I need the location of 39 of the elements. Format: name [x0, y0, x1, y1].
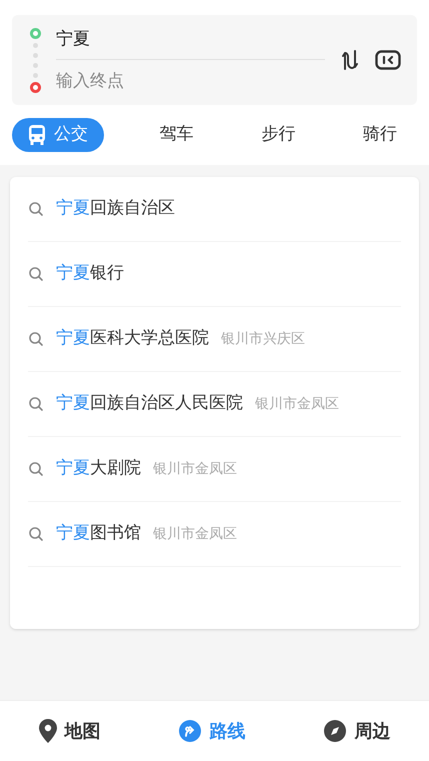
suggestion-text: 宁夏回族自治区人民医院 [56, 392, 243, 416]
route-input-field[interactable]: 宁夏 输入终点 [12, 15, 417, 105]
dots-icon [32, 42, 38, 78]
transport-tab[interactable]: 驾车 [148, 118, 206, 152]
suggestion-text: 宁夏回族自治区 [56, 197, 175, 220]
map-pin-icon [38, 719, 56, 743]
search-icon [28, 331, 44, 347]
keyboard-icon[interactable] [375, 50, 401, 70]
transport-tab[interactable]: 骑行 [350, 118, 409, 152]
search-icon [28, 201, 44, 217]
district-text: 银川市兴庆区 [221, 330, 305, 348]
suggestion-text: 宁夏图书馆 [56, 522, 141, 546]
district-text: 银川市金凤区 [153, 460, 237, 478]
search-icon [28, 461, 44, 477]
start-point-icon [30, 28, 40, 38]
district-text: 银川市金凤区 [153, 524, 237, 544]
suggestion-item[interactable]: 宁夏医科大学总医院 银川市兴庆区 [28, 307, 401, 372]
transport-tab[interactable]: 步行 [249, 118, 308, 152]
nav-tab[interactable]: 地图 [38, 718, 100, 744]
bus-icon [28, 124, 46, 146]
district-text: 银川市金凤区 [255, 394, 339, 414]
suggestion-item[interactable]: 宁夏回族自治区人民医院 银川市金凤区 [28, 372, 401, 437]
suggestion-text: 宁夏医科大学总医院 [56, 327, 209, 350]
end-point-icon [30, 82, 40, 92]
suggestion-text: 宁夏银行 [56, 262, 124, 286]
route-icon [178, 719, 202, 743]
search-icon [28, 526, 44, 542]
suggestion-item[interactable]: 宁夏回族自治区 [28, 177, 401, 242]
start-input[interactable]: 宁夏 [56, 18, 325, 60]
end-input[interactable]: 输入终点 [56, 60, 325, 102]
nav-tab[interactable]: 周边 [322, 718, 390, 744]
search-icon [28, 396, 44, 412]
suggestion-item[interactable]: 宁夏大剧院 银川市金凤区 [28, 437, 401, 502]
search-icon [28, 266, 44, 282]
suggestion-item[interactable]: 宁夏银行 [28, 242, 401, 307]
compass-icon [322, 719, 346, 743]
suggestion-item[interactable]: 宁夏图书馆 银川市金凤区 [28, 502, 401, 567]
suggestion-text: 宁夏大剧院 [56, 457, 141, 480]
swap-icon[interactable] [341, 49, 359, 71]
